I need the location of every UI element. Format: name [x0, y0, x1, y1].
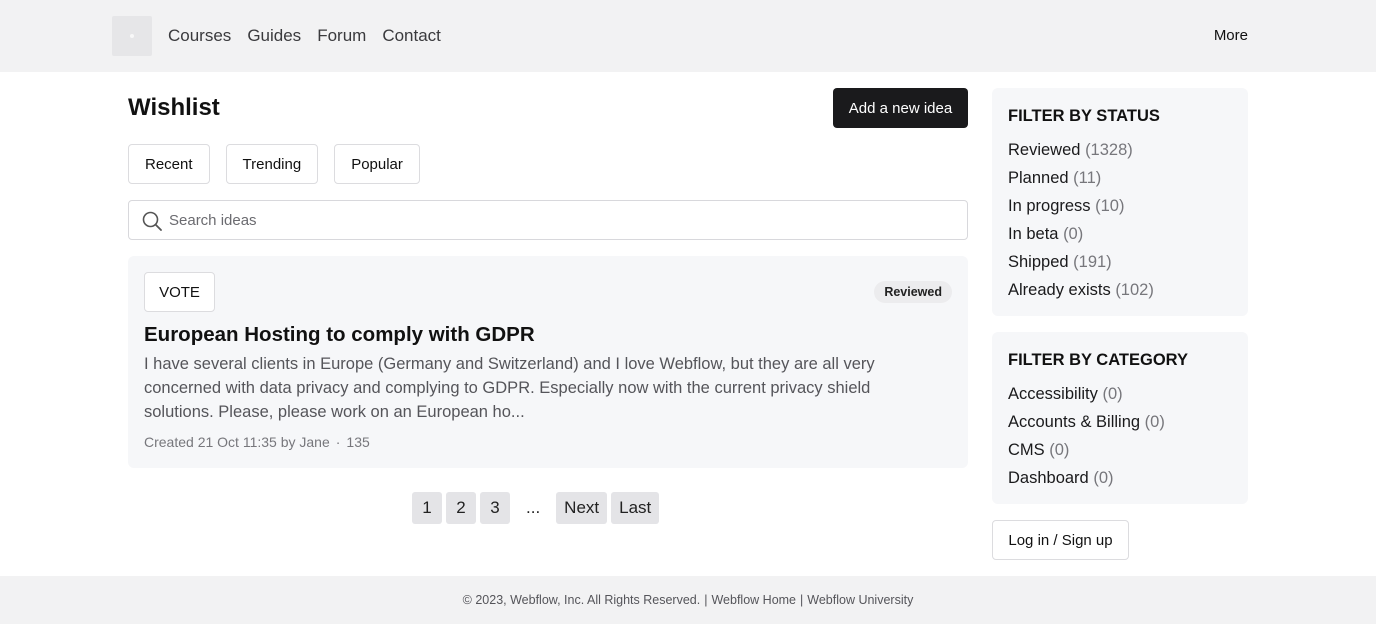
- filter-status-heading: FILTER BY STATUS: [1008, 107, 1160, 125]
- tab-trending[interactable]: Trending: [225, 144, 319, 184]
- next-page-button[interactable]: Next: [556, 492, 608, 524]
- idea-card[interactable]: VOTE Reviewed European Hosting to comply…: [128, 256, 968, 468]
- sort-tabs: Recent Trending Popular: [128, 144, 420, 184]
- filter-category-accounts-billing[interactable]: Accounts & Billing (0): [1008, 408, 1232, 436]
- filter-status-in-beta[interactable]: In beta (0): [1008, 220, 1232, 248]
- footer-link-webflow-home[interactable]: Webflow Home: [711, 593, 796, 607]
- nav-link-forum[interactable]: Forum: [317, 24, 366, 48]
- filter-status-planned[interactable]: Planned (11): [1008, 164, 1232, 192]
- top-navbar: Courses Guides Forum Contact More: [0, 0, 1376, 72]
- filter-category-heading: FILTER BY CATEGORY: [1008, 351, 1188, 369]
- footer-copyright: © 2023, Webflow, Inc. All Rights Reserve…: [462, 593, 701, 607]
- pagination: 1 2 3 ... Next Last: [412, 492, 660, 524]
- nav-link-guides[interactable]: Guides: [247, 24, 301, 48]
- add-idea-button[interactable]: Add a new idea: [833, 88, 968, 128]
- nav-link-contact[interactable]: Contact: [382, 24, 441, 48]
- filter-category-cms[interactable]: CMS (0): [1008, 436, 1232, 464]
- main-nav: Courses Guides Forum Contact: [168, 24, 441, 48]
- nav-link-courses[interactable]: Courses: [168, 24, 231, 48]
- idea-vote-count: 135: [346, 434, 370, 450]
- idea-title[interactable]: European Hosting to comply with GDPR: [144, 322, 535, 348]
- filter-category-dashboard[interactable]: Dashboard (0): [1008, 464, 1232, 492]
- footer-link-webflow-university[interactable]: Webflow University: [807, 593, 913, 607]
- page-2-button[interactable]: 2: [446, 492, 476, 524]
- search-placeholder: Search ideas: [169, 212, 257, 229]
- filter-status-already-exists[interactable]: Already exists (102): [1008, 276, 1232, 304]
- filter-status-shipped[interactable]: Shipped (191): [1008, 248, 1232, 276]
- logo-dot-icon: [130, 34, 134, 38]
- tab-recent[interactable]: Recent: [128, 144, 210, 184]
- filter-by-status-panel: FILTER BY STATUS Reviewed (1328) Planned…: [992, 88, 1248, 316]
- pagination-ellipsis: ...: [526, 498, 541, 517]
- filter-status-reviewed[interactable]: Reviewed (1328): [1008, 136, 1232, 164]
- page-title: Wishlist: [128, 94, 220, 121]
- last-page-button[interactable]: Last: [611, 492, 660, 524]
- filter-by-category-panel: FILTER BY CATEGORY Accessibility (0) Acc…: [992, 332, 1248, 504]
- search-icon: [142, 211, 162, 231]
- status-badge: Reviewed: [874, 281, 952, 303]
- logo[interactable]: [112, 16, 152, 56]
- login-signup-button[interactable]: Log in / Sign up: [992, 520, 1129, 560]
- tab-popular[interactable]: Popular: [334, 144, 420, 184]
- more-menu-button[interactable]: More: [1214, 26, 1248, 46]
- idea-description: I have several clients in Europe (German…: [144, 355, 875, 421]
- footer-separator: |: [800, 593, 804, 607]
- meta-separator: ·: [335, 434, 341, 450]
- idea-meta: Created 21 Oct 11:35 by Jane · 135: [144, 433, 370, 451]
- filter-status-in-progress[interactable]: In progress (10): [1008, 192, 1232, 220]
- page-1-button[interactable]: 1: [412, 492, 442, 524]
- idea-created-info: Created 21 Oct 11:35 by Jane: [144, 434, 330, 450]
- filter-category-accessibility[interactable]: Accessibility (0): [1008, 380, 1232, 408]
- vote-button[interactable]: VOTE: [144, 272, 215, 312]
- footer: © 2023, Webflow, Inc. All Rights Reserve…: [0, 576, 1376, 624]
- search-input[interactable]: Search ideas: [128, 200, 968, 240]
- footer-separator: |: [704, 593, 708, 607]
- page-3-button[interactable]: 3: [480, 492, 510, 524]
